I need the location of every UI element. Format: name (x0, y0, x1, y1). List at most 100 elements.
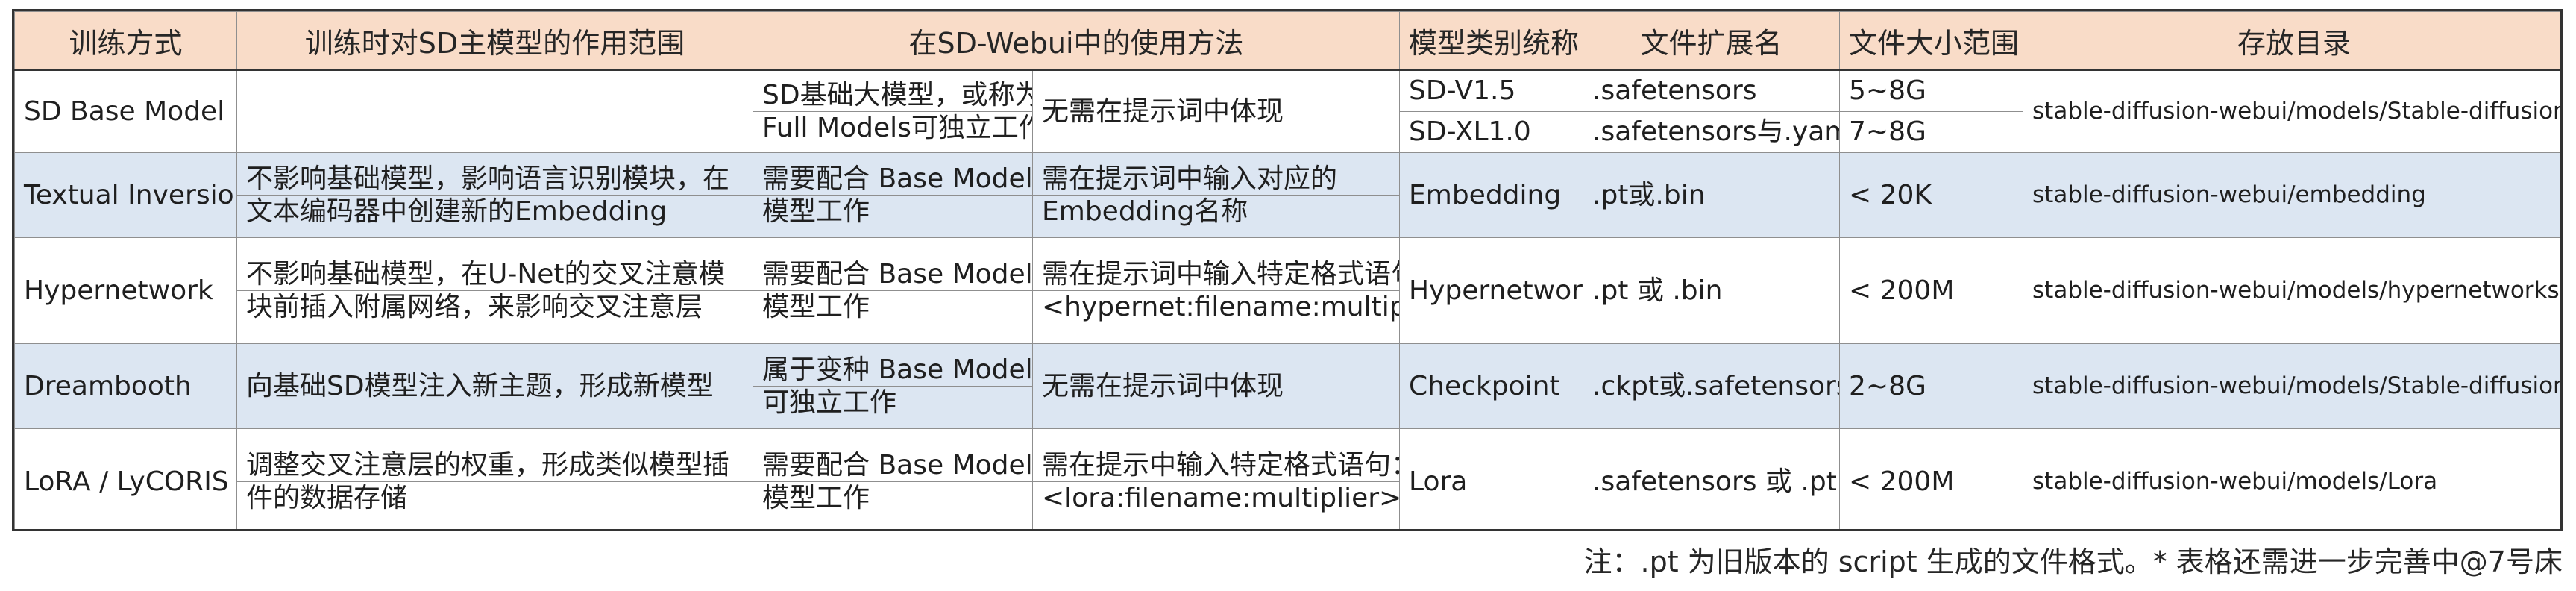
table-body: SD Base Model SD基础大模型，或称为 Full Models可独立工作… (14, 69, 2560, 529)
extension-line: .pt或.bin (1592, 180, 1706, 210)
size-cell: < 200M (1839, 428, 2024, 529)
category-line: SD-V1.5 (1409, 75, 1516, 106)
extension-cell: .safetensors .safetensors与.yaml (1583, 69, 1841, 153)
scope-line: 向基础SD模型注入新主题，形成新模型 (246, 371, 714, 401)
model-comparison-table: 训练方式 训练时对SD主模型的作用范围 在SD-Webui中的使用方法 模型类别… (14, 11, 2560, 529)
directory-cell: stable-diffusion-webui/models/Lora (2023, 428, 2560, 529)
usage-cell: 属于变种 Base Model 可独立工作 (753, 343, 1033, 429)
table-row: Textual Inversion 不影响基础模型，影响语言识别模块，在 文本编码器… (14, 152, 2560, 238)
usage-cell: SD基础大模型，或称为 Full Models可独立工作 (753, 69, 1033, 153)
category-line: Embedding (1409, 180, 1562, 210)
usage-line: 需要配合 Base Model (762, 259, 1033, 290)
extension-line: .safetensors与.yaml (1583, 111, 1839, 152)
usage-line: 模型工作 (753, 481, 1032, 514)
category-cell: SD-V1.5 SD-XL1.0 (1399, 69, 1584, 153)
usage-line: 属于变种 Base Model (762, 354, 1033, 385)
prompt-usage-line: 无需在提示词中体现 (1042, 371, 1284, 401)
usage-line: Full Models可独立工作 (753, 111, 1032, 144)
method-cell: Dreambooth (14, 343, 237, 429)
header-extension: 文件扩展名 (1583, 11, 1841, 71)
category-line: Lora (1409, 466, 1468, 497)
header-directory: 存放目录 (2023, 11, 2560, 71)
scope-cell: 不影响基础模型，影响语言识别模块，在 文本编码器中创建新的Embedding (236, 152, 753, 238)
scope-cell: 不影响基础模型，在U-Net的交叉注意模 块前插入附属网络，来影响交叉注意层 (236, 237, 753, 344)
category-cell: Embedding (1399, 152, 1584, 238)
size-cell: 2~8G (1839, 343, 2024, 429)
table-row: Hypernetwork 不影响基础模型，在U-Net的交叉注意模 块前插入附属网络… (14, 237, 2560, 344)
scope-line: 不影响基础模型，在U-Net的交叉注意模 (246, 259, 726, 290)
extension-cell: .safetensors 或 .pt (1583, 428, 1841, 529)
extension-line: .ckpt或.safetensors (1592, 371, 1840, 401)
size-cell: < 200M (1839, 237, 2024, 344)
size-line: 7~8G (1840, 111, 2023, 152)
method-cell: SD Base Model (14, 69, 237, 153)
category-line: Checkpoint (1409, 371, 1560, 401)
prompt-usage-line: 需在提示中输入特定格式语句： (1042, 450, 1400, 481)
usage-cell: 需要配合 Base Model 模型工作 (753, 428, 1033, 529)
scope-cell: 调整交叉注意层的权重，形成类似模型插 件的数据存储 (236, 428, 753, 529)
header-scope: 训练时对SD主模型的作用范围 (236, 11, 753, 71)
size-line: 5~8G (1849, 75, 1926, 106)
extension-line: .safetensors (1592, 75, 1757, 106)
table-row: LoRA / LyCORIS 调整交叉注意层的权重，形成类似模型插 件的数据存储 需要… (14, 428, 2560, 529)
usage-cell: 需要配合 Base Model 模型工作 (753, 237, 1033, 344)
usage-line: 可独立工作 (753, 386, 1032, 419)
scope-line: 文本编码器中创建新的Embedding (237, 195, 753, 228)
directory-cell: stable-diffusion-webui/models/Stable-dif… (2023, 343, 2560, 429)
extension-cell: .pt 或 .bin (1583, 237, 1841, 344)
header-category: 模型类别统称 (1399, 11, 1584, 71)
prompt-usage-cell: 无需在提示词中体现 (1031, 69, 1401, 153)
size-line: < 200M (1849, 466, 1955, 497)
prompt-usage-line: 无需在提示词中体现 (1042, 96, 1284, 127)
size-cell: 5~8G 7~8G (1839, 69, 2024, 153)
usage-line: 需要配合 Base Model (762, 163, 1033, 194)
table-row: Dreambooth 向基础SD模型注入新主题，形成新模型 属于变种 Base Mo… (14, 343, 2560, 429)
footnote: 注：.pt 为旧版本的 script 生成的文件格式。* 表格还需进一步完善中@… (1583, 545, 2563, 578)
usage-line: 模型工作 (753, 195, 1032, 228)
directory-cell: stable-diffusion-webui/models/Stable-dif… (2023, 69, 2560, 153)
directory-cell: stable-diffusion-webui/embedding (2023, 152, 2560, 238)
scope-cell: 向基础SD模型注入新主题，形成新模型 (236, 343, 753, 429)
prompt-usage-line: 需在提示词中输入对应的 (1042, 163, 1338, 194)
prompt-usage-line: <hypernet:filename:multiplier> (1033, 290, 1399, 323)
header-size-range: 文件大小范围 (1839, 11, 2024, 71)
size-line: < 20K (1849, 180, 1932, 210)
extension-cell: .pt或.bin (1583, 152, 1841, 238)
category-cell: Lora (1399, 428, 1584, 529)
prompt-usage-cell: 需在提示词中输入特定格式语句<hypernet:filename:multipl… (1031, 237, 1401, 344)
method-cell: Textual Inversion (14, 152, 237, 238)
extension-line: .safetensors 或 .pt (1592, 466, 1837, 497)
prompt-usage-cell: 需在提示中输入特定格式语句： <lora:filename:multiplier> (1031, 428, 1401, 529)
scope-line: 块前插入附属网络，来影响交叉注意层 (237, 290, 753, 323)
usage-cell: 需要配合 Base Model 模型工作 (753, 152, 1033, 238)
scope-line: 不影响基础模型，影响语言识别模块，在 (246, 163, 730, 194)
directory-cell: stable-diffusion-webui/models/hypernetwo… (2023, 237, 2560, 344)
method-cell: LoRA / LyCORIS (14, 428, 237, 529)
extension-cell: .ckpt或.safetensors (1583, 343, 1841, 429)
header-row: 训练方式 训练时对SD主模型的作用范围 在SD-Webui中的使用方法 模型类别… (14, 11, 2560, 71)
prompt-usage-cell: 需在提示词中输入对应的 Embedding名称 (1031, 152, 1401, 238)
prompt-usage-line: <lora:filename:multiplier> (1033, 481, 1399, 514)
usage-line: SD基础大模型，或称为 (762, 80, 1033, 110)
scope-line: 件的数据存储 (237, 481, 753, 514)
method-cell: Hypernetwork (14, 237, 237, 344)
usage-line: 需要配合 Base Model (762, 450, 1033, 481)
scope-line: 调整交叉注意层的权重，形成类似模型插 (246, 450, 730, 481)
header-training-method: 训练方式 (14, 11, 237, 71)
size-cell: < 20K (1839, 152, 2024, 238)
category-cell: Hypernetwork (1399, 237, 1584, 344)
header-usage: 在SD-Webui中的使用方法 (752, 11, 1401, 71)
size-line: 2~8G (1849, 371, 1926, 401)
usage-line: 模型工作 (753, 290, 1032, 323)
prompt-usage-line: Embedding名称 (1033, 195, 1399, 228)
category-line: Hypernetwork (1409, 275, 1583, 306)
prompt-usage-line: 需在提示词中输入特定格式语句 (1042, 259, 1400, 290)
prompt-usage-cell: 无需在提示词中体现 (1031, 343, 1401, 429)
size-line: < 200M (1849, 275, 1955, 306)
category-line: SD-XL1.0 (1400, 111, 1583, 152)
category-cell: Checkpoint (1399, 343, 1584, 429)
table-row: SD Base Model SD基础大模型，或称为 Full Models可独立工作… (14, 69, 2560, 153)
extension-line: .pt 或 .bin (1592, 275, 1723, 306)
scope-cell (236, 69, 753, 153)
model-comparison-table-frame: 训练方式 训练时对SD主模型的作用范围 在SD-Webui中的使用方法 模型类别… (12, 9, 2563, 531)
